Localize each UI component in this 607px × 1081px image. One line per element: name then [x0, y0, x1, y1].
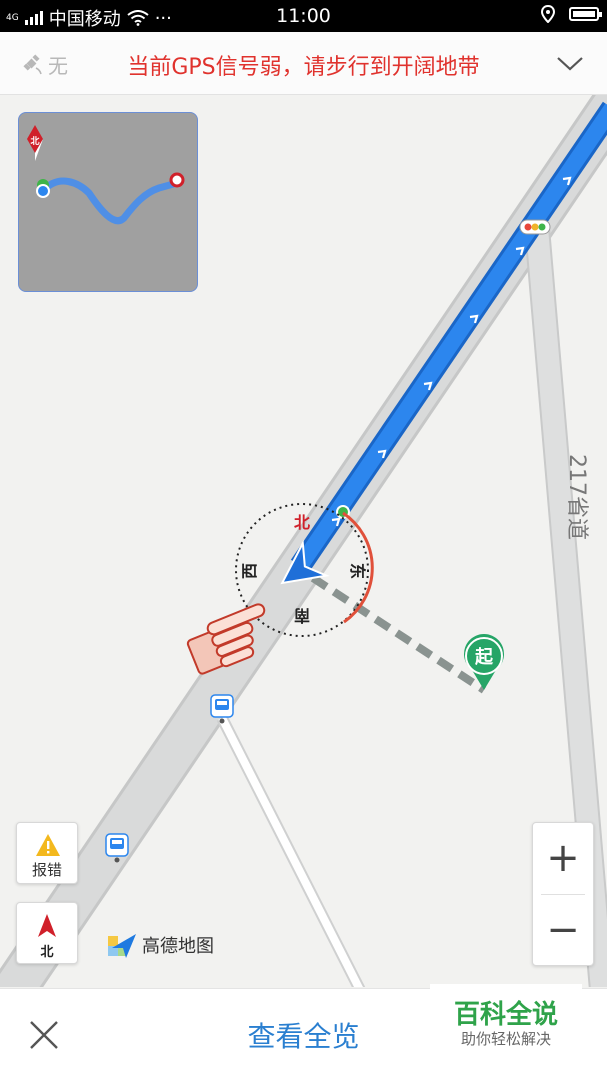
svg-text:北: 北 — [30, 135, 39, 147]
north-indicator-icon: 北 — [27, 125, 43, 161]
compass-east: 东 — [348, 563, 367, 579]
compass-north: 北 — [294, 513, 310, 532]
status-bar: 4G 中国移动 ··· 11:00 — [0, 0, 607, 32]
minimap-route: 北 — [27, 125, 185, 224]
gps-warning-bar: 无 当前GPS信号弱，请步行到开阔地带 — [0, 32, 607, 95]
north-up-button[interactable]: 北 — [16, 902, 78, 964]
watermark: 百科全说 助你轻松解决 — [430, 984, 582, 1054]
battery-icon — [569, 7, 602, 21]
zoom-in-button[interactable]: + — [533, 823, 593, 893]
watermark-subtitle: 助你轻松解决 — [460, 1030, 551, 1048]
location-icon — [541, 5, 555, 23]
zoom-control: + − — [532, 822, 594, 966]
amap-logo-text: 高德地图 — [142, 936, 214, 957]
compass-west: 西 — [240, 563, 259, 579]
traffic-light-icon — [519, 219, 551, 235]
road-label: 217省道 — [564, 454, 589, 540]
amap-logo-icon — [108, 934, 136, 958]
report-error-label: 报错 — [31, 861, 62, 879]
zoom-out-button[interactable]: − — [533, 895, 593, 965]
amap-logo: 高德地图 — [106, 930, 214, 960]
watermark-title: 百科全说 — [453, 1000, 558, 1030]
warning-icon — [36, 834, 60, 856]
compass-south: 南 — [294, 606, 310, 625]
route-overview-minimap[interactable]: 北 — [18, 112, 198, 292]
report-error-button[interactable]: 报错 — [16, 822, 78, 884]
chevron-down-icon[interactable] — [555, 48, 585, 78]
gps-warning-message: 当前GPS信号弱，请步行到开阔地带 — [127, 55, 480, 80]
start-marker-label: 起 — [474, 646, 494, 668]
north-up-label: 北 — [40, 945, 54, 960]
north-arrow-icon — [38, 914, 56, 937]
clock: 11:00 — [276, 5, 331, 27]
